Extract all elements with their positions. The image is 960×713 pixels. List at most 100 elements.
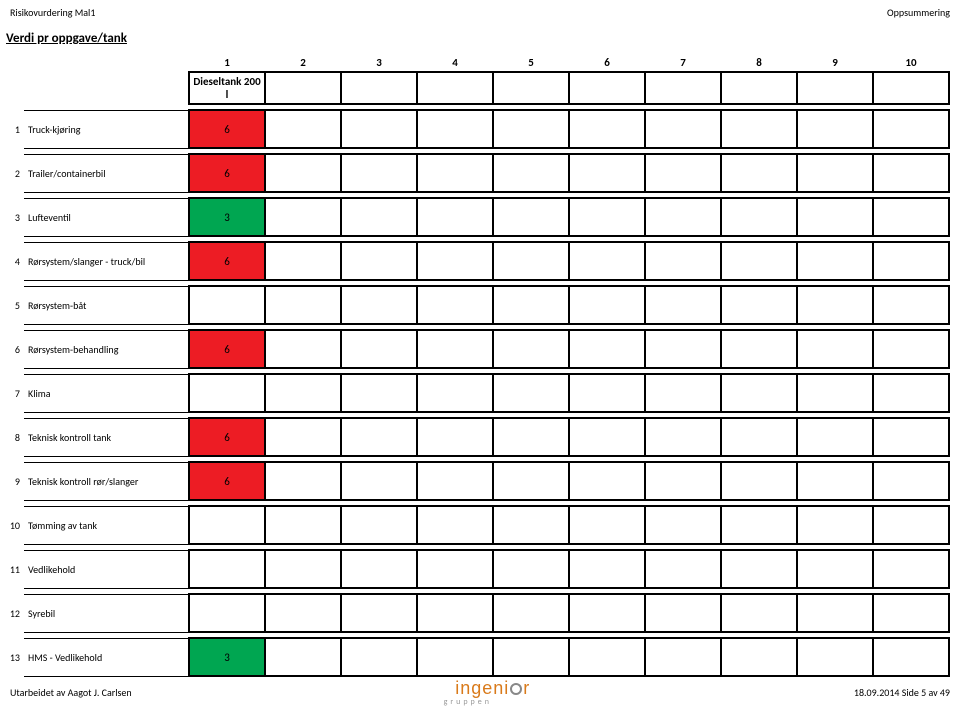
grid-cell: [645, 374, 721, 412]
grid-cell: [569, 286, 645, 324]
footer-date-page: 18.09.2014 Side 5 av 49: [854, 686, 950, 699]
row-label: Truck-kjøring: [24, 110, 189, 148]
grid-cell: [189, 374, 265, 412]
row-index: 11: [6, 550, 24, 588]
grid-cell: [797, 110, 873, 148]
row-label: Rørsystem-behandling: [24, 330, 189, 368]
grid-cell: [417, 286, 493, 324]
grid-cell: [417, 198, 493, 236]
grid-cell: [265, 154, 341, 192]
grid-cell: [265, 198, 341, 236]
grid-cell: [797, 242, 873, 280]
grid-cell: [797, 638, 873, 676]
grid-cell: [569, 550, 645, 588]
col-subhead-9: [797, 72, 873, 104]
grid-cell: [873, 506, 949, 544]
row-label: Syrebil: [24, 594, 189, 632]
grid-cell: 6: [189, 242, 265, 280]
col-subhead-2: [265, 72, 341, 104]
grid-cell: [721, 330, 797, 368]
grid-cell: [721, 110, 797, 148]
grid-cell: [265, 550, 341, 588]
grid-cell: [873, 418, 949, 456]
grid-cell: [721, 286, 797, 324]
grid-cell: [417, 154, 493, 192]
grid-cell: [645, 242, 721, 280]
grid-cell: [873, 462, 949, 500]
grid-cell: [721, 154, 797, 192]
row-index: 4: [6, 242, 24, 280]
row-label: Lufteventil: [24, 198, 189, 236]
grid-cell: [721, 594, 797, 632]
grid-cell: [721, 462, 797, 500]
grid-cell: [721, 374, 797, 412]
col-subhead-6: [569, 72, 645, 104]
footer-author: Utarbeidet av Aagot J. Carlsen: [10, 686, 132, 699]
grid-cell: [721, 638, 797, 676]
grid-cell: [569, 110, 645, 148]
grid-cell: [341, 374, 417, 412]
grid-cell: [265, 374, 341, 412]
grid-cell: 6: [189, 154, 265, 192]
grid-cell: [645, 550, 721, 588]
grid-cell: [645, 418, 721, 456]
grid-cell: [417, 594, 493, 632]
grid-cell: [873, 286, 949, 324]
grid-cell: [873, 638, 949, 676]
grid-cell: [417, 550, 493, 588]
grid-cell: [569, 462, 645, 500]
row-index: 10: [6, 506, 24, 544]
grid-cell: [873, 374, 949, 412]
grid-cell: [873, 594, 949, 632]
row-index: 1: [6, 110, 24, 148]
row-index: 8: [6, 418, 24, 456]
grid-cell: [797, 154, 873, 192]
grid-cell: [873, 198, 949, 236]
grid-cell: [493, 594, 569, 632]
col-subhead-10: [873, 72, 949, 104]
grid-cell: [797, 198, 873, 236]
grid-cell: [873, 154, 949, 192]
row-label: Rørsystem/slanger - truck/bil: [24, 242, 189, 280]
grid-cell: [341, 462, 417, 500]
grid-cell: [493, 198, 569, 236]
grid-cell: 6: [189, 110, 265, 148]
row-label: Vedlikehold: [24, 550, 189, 588]
grid-cell: [189, 594, 265, 632]
grid-cell: [797, 418, 873, 456]
grid-cell: [341, 550, 417, 588]
logo-text: ingeni: [455, 678, 509, 698]
grid-cell: [417, 110, 493, 148]
grid-cell: [797, 330, 873, 368]
grid-cell: [797, 550, 873, 588]
grid-cell: [417, 638, 493, 676]
grid-cell: [417, 506, 493, 544]
row-index: 2: [6, 154, 24, 192]
row-index: 5: [6, 286, 24, 324]
row-label: Teknisk kontroll tank: [24, 418, 189, 456]
grid-cell: [265, 330, 341, 368]
page-title: Verdi pr oppgave/tank: [0, 21, 960, 54]
col-num-10: 10: [873, 54, 949, 72]
grid-cell: [341, 594, 417, 632]
grid-cell: [265, 506, 341, 544]
grid-cell: [645, 462, 721, 500]
grid-cell: [341, 110, 417, 148]
grid-cell: [189, 286, 265, 324]
grid-cell: 6: [189, 330, 265, 368]
grid-cell: [645, 286, 721, 324]
col-num-9: 9: [797, 54, 873, 72]
grid-cell: [189, 506, 265, 544]
grid-cell: [569, 330, 645, 368]
col-subhead-3: [341, 72, 417, 104]
grid-cell: [721, 550, 797, 588]
col-subhead-7: [645, 72, 721, 104]
col-subhead-1: Dieseltank 200 l: [189, 72, 265, 104]
grid-cell: 3: [189, 198, 265, 236]
row-index: 7: [6, 374, 24, 412]
row-label: Teknisk kontroll rør/slanger: [24, 462, 189, 500]
grid-cell: [417, 242, 493, 280]
grid-cell: [569, 418, 645, 456]
grid-cell: [493, 110, 569, 148]
grid-cell: [417, 418, 493, 456]
